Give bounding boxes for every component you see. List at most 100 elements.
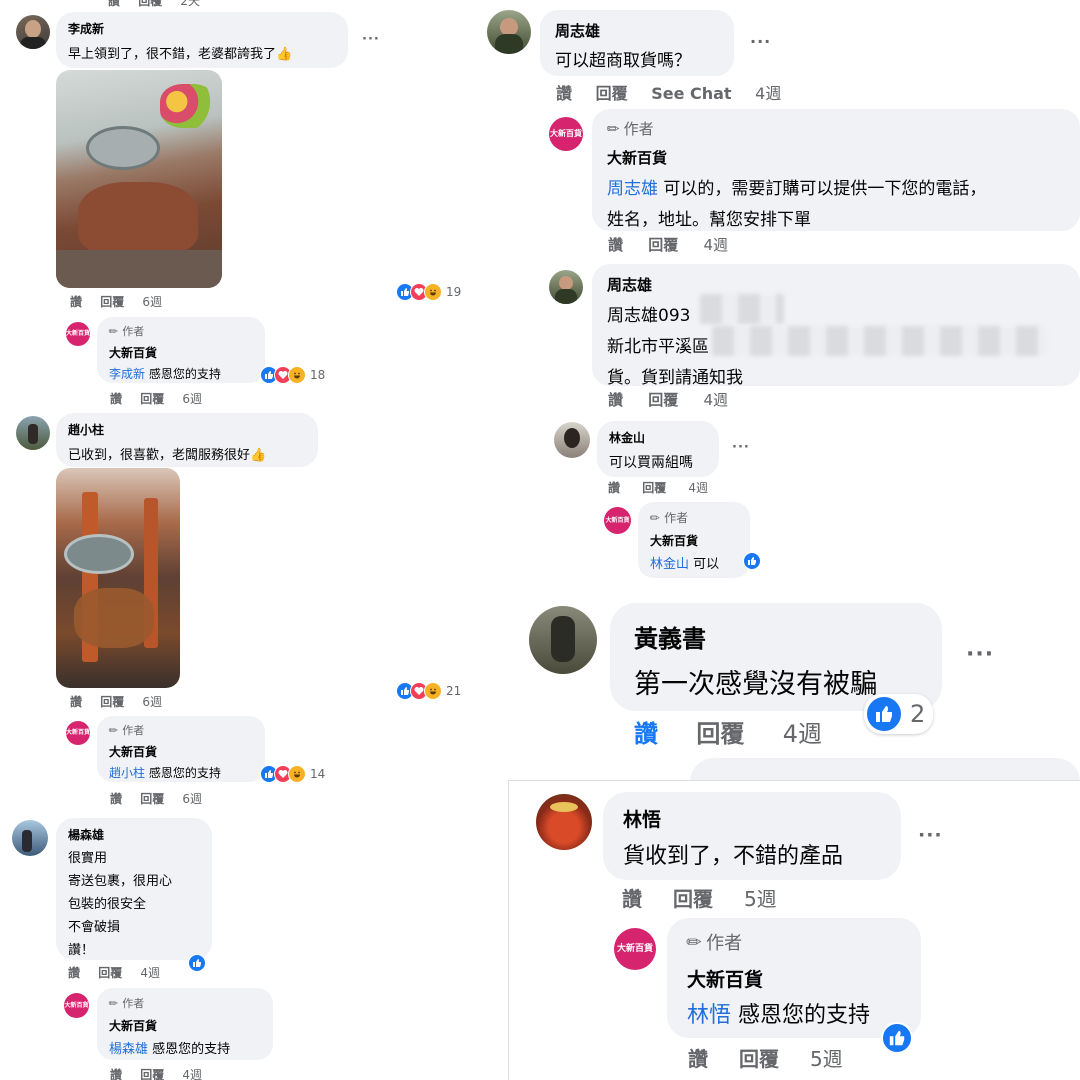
more-options-icon[interactable]: ···: [732, 440, 750, 455]
like-action[interactable]: 讚: [608, 391, 623, 409]
avatar[interactable]: [12, 820, 48, 856]
like-action[interactable]: 讚: [556, 84, 572, 103]
reply-author[interactable]: 大新百貨: [109, 1017, 261, 1034]
reply-bubble: ✎ 作者 大新百貨 林悟 感恩您的支持: [667, 918, 921, 1038]
reaction-summary[interactable]: 19: [396, 283, 461, 301]
avatar[interactable]: [549, 270, 583, 304]
brand-logo-avatar[interactable]: 大新百貨: [549, 117, 583, 151]
brand-logo-avatar[interactable]: 大新百貨: [614, 928, 656, 970]
reply-action[interactable]: 回覆: [140, 1068, 164, 1080]
reply-action[interactable]: 回覆: [739, 1047, 779, 1071]
avatar[interactable]: [554, 422, 590, 458]
more-options-icon[interactable]: ···: [966, 642, 994, 667]
comment-photo[interactable]: [56, 468, 180, 688]
reply-action[interactable]: 回覆: [138, 0, 162, 8]
comment-text-line: 貨。貨到請通知我: [607, 368, 743, 388]
reaction-summary[interactable]: [881, 1022, 913, 1054]
reply-action[interactable]: 回覆: [642, 481, 666, 495]
reply-author[interactable]: 大新百貨: [109, 743, 253, 760]
comment-author[interactable]: 林金山: [609, 429, 707, 446]
comment-actions: 讚 回覆 6週: [70, 693, 176, 710]
brand-logo-avatar[interactable]: 大新百貨: [66, 721, 90, 745]
brand-logo-avatar[interactable]: 大新百貨: [64, 993, 89, 1018]
brand-logo-avatar[interactable]: 大新百貨: [66, 322, 90, 346]
brand-logo-text: 大新百貨: [66, 330, 91, 337]
mention-link[interactable]: 林悟: [687, 1003, 731, 1028]
like-action[interactable]: 讚: [70, 295, 82, 309]
reaction-summary[interactable]: 18: [260, 366, 325, 384]
redacted-address: [712, 326, 1046, 356]
comment-bubble: 周志雄 周志雄093 新北市平溪區 貨。貨到請通知我: [592, 264, 1080, 388]
comment-author[interactable]: 楊森雄: [68, 826, 200, 843]
comment-author[interactable]: 林悟: [623, 805, 881, 832]
see-chat-link[interactable]: See Chat: [651, 84, 731, 103]
like-action[interactable]: 讚: [110, 792, 122, 806]
more-options-icon[interactable]: ···: [918, 824, 943, 846]
comment-author[interactable]: 黃義書: [634, 619, 918, 654]
reaction-summary[interactable]: 2: [864, 694, 934, 734]
reply-author[interactable]: 大新百貨: [687, 965, 901, 992]
more-options-icon[interactable]: ···: [362, 32, 380, 47]
like-reaction-icon: [743, 552, 761, 570]
like-action[interactable]: 讚: [688, 1047, 708, 1071]
reply-text-line: 可以的，需要訂購可以提供一下您的電話，: [658, 179, 987, 199]
like-action[interactable]: 讚: [608, 481, 620, 495]
reply-action[interactable]: 回覆: [140, 392, 164, 406]
like-action[interactable]: 讚: [634, 720, 658, 748]
mention-link[interactable]: 李成新: [109, 367, 145, 381]
brand-logo-avatar[interactable]: 大新百貨: [604, 507, 631, 534]
author-tag: 作者: [122, 997, 145, 1010]
reply-bubble: ✎ 作者 大新百貨 林金山 可以: [638, 502, 750, 578]
reaction-count: 18: [310, 368, 326, 382]
comment-text: 可以買兩組嗎: [609, 455, 693, 471]
reply-action[interactable]: 回覆: [648, 236, 678, 254]
comment-time: 4週: [755, 84, 782, 103]
comment-bubble: 李成新 早上領到了，很不錯，老婆都誇我了👍: [56, 12, 348, 68]
comment-bubble: 林金山 可以買兩組嗎: [597, 421, 719, 477]
avatar[interactable]: [487, 10, 531, 54]
reply-action[interactable]: 回覆: [140, 792, 164, 806]
reply-action[interactable]: 回覆: [98, 966, 122, 980]
reaction-summary[interactable]: [188, 954, 206, 972]
reply-author[interactable]: 大新百貨: [109, 344, 253, 361]
comment-photo[interactable]: [56, 70, 222, 288]
like-action[interactable]: 讚: [108, 0, 120, 8]
reply-action[interactable]: 回覆: [100, 295, 124, 309]
mention-link[interactable]: 林金山: [650, 557, 689, 572]
like-action[interactable]: 讚: [70, 695, 82, 709]
avatar[interactable]: [16, 416, 50, 450]
comment-author[interactable]: 周志雄: [555, 20, 719, 41]
mention-link[interactable]: 周志雄: [607, 179, 658, 199]
comment-text-line: 包裝的很安全: [68, 897, 147, 912]
comment-text-line: 很實用: [68, 851, 108, 866]
avatar[interactable]: [16, 15, 50, 49]
comment-author[interactable]: 周志雄: [607, 274, 1065, 295]
like-action[interactable]: 讚: [68, 966, 80, 980]
comment-author[interactable]: 李成新: [68, 20, 336, 37]
like-action[interactable]: 讚: [608, 236, 623, 254]
reaction-summary[interactable]: 21: [396, 682, 461, 700]
reply-action[interactable]: 回覆: [696, 720, 744, 748]
like-action[interactable]: 讚: [110, 392, 122, 406]
reply-action[interactable]: 回覆: [100, 695, 124, 709]
mention-link[interactable]: 楊森雄: [109, 1042, 148, 1057]
like-action[interactable]: 讚: [110, 1068, 122, 1080]
like-action[interactable]: 讚: [622, 887, 642, 911]
reply-action[interactable]: 回覆: [648, 391, 678, 409]
comment-author[interactable]: 趙小柱: [68, 421, 306, 438]
reply-action[interactable]: 回覆: [673, 887, 713, 911]
reply-bubble: ✎ 作者 大新百貨 楊森雄 感恩您的支持: [97, 988, 273, 1060]
reply-author[interactable]: 大新百貨: [650, 532, 738, 549]
mention-link[interactable]: 趙小柱: [109, 766, 145, 780]
pencil-icon: ✎: [681, 929, 708, 955]
thumbs-up-emoji: 👍: [276, 47, 293, 62]
reply-action[interactable]: 回覆: [596, 84, 628, 103]
avatar[interactable]: [536, 794, 592, 850]
avatar[interactable]: [529, 606, 597, 674]
reply-author[interactable]: 大新百貨: [607, 147, 1065, 168]
reply-time: 5週: [809, 1047, 843, 1071]
reaction-summary[interactable]: 14: [260, 765, 325, 783]
comment-bubble: 林悟 貨收到了，不錯的產品: [603, 792, 901, 880]
reaction-summary[interactable]: [743, 552, 761, 570]
more-options-icon[interactable]: ···: [750, 32, 771, 51]
